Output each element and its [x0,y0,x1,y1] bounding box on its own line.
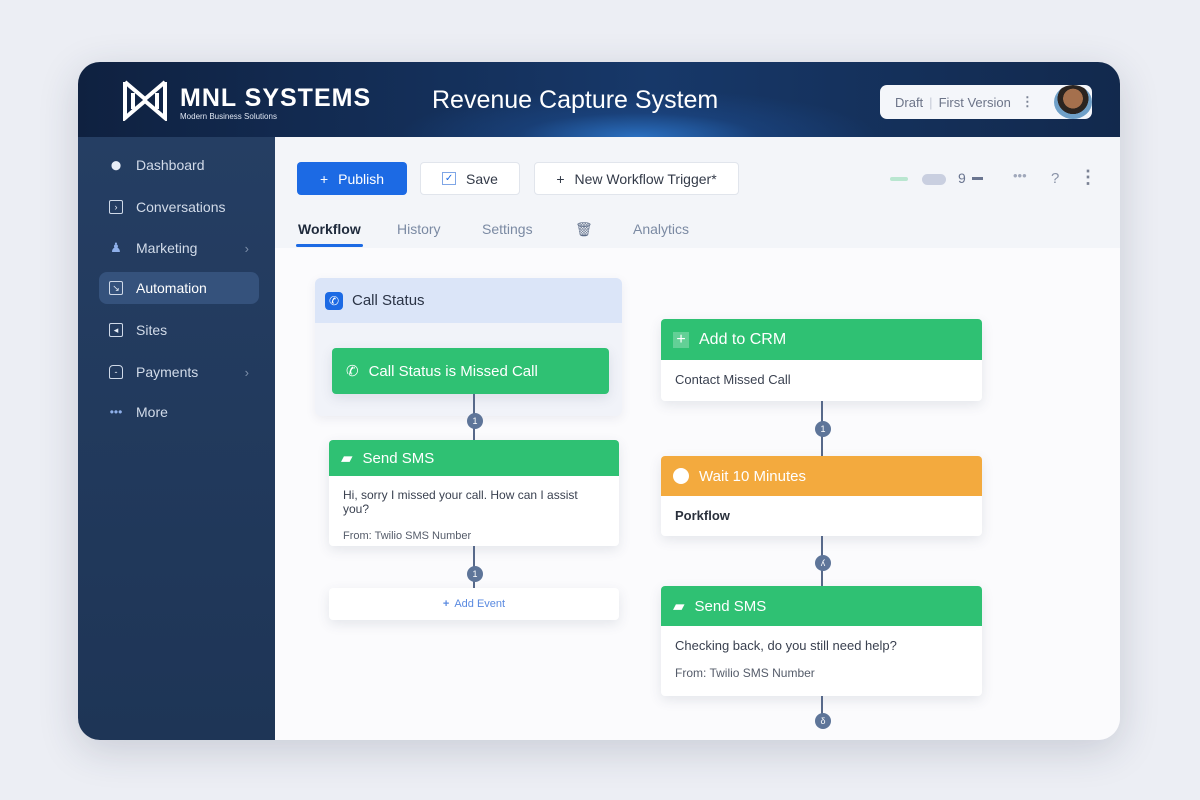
add-to-crm-card[interactable]: + Add to CRM Contact Missed Call [661,319,982,401]
sidebar-item-more[interactable]: ••• More [99,396,259,428]
conversation-icon: › [109,200,123,214]
connector-badge[interactable]: 1 [815,421,831,437]
wait-card[interactable]: Wait 10 Minutes Porkflow [661,456,982,536]
user-icon: ♟ [110,240,122,255]
sidebar-item-payments[interactable]: - Payments › [99,356,259,388]
plus-icon: + [556,170,565,187]
new-workflow-trigger-button[interactable]: + New Workflow Trigger* [534,162,739,195]
page-title: Revenue Capture System [432,86,719,114]
tab-settings[interactable]: Settings [482,221,533,237]
tab-analytics[interactable]: Analytics [633,221,689,237]
new-trigger-label: New Workflow Trigger* [574,170,717,187]
brand-tagline: Modern Business Solutions [180,112,277,121]
chevron-right-icon: › [244,240,249,256]
more-horizontal-icon: ••• [109,405,123,419]
phone-icon: ✆ [325,291,343,310]
trigger-card[interactable]: ✆ Call Status is Missed Call [332,348,609,394]
tab-history[interactable]: History [397,221,441,237]
plus-icon: + [319,170,329,187]
sidebar-item-label: Automation [136,280,207,296]
status-badge: Draft [895,94,924,110]
tab-workflow[interactable]: Workflow [296,221,363,247]
divider: | [929,94,933,110]
avatar[interactable] [1054,85,1092,119]
connector-badge[interactable]: δ [815,713,831,729]
toolbar: + Publish ✓ Save + New Workflow Trigger* 9 … [275,137,1120,248]
automation-icon: ↘ [109,281,123,295]
workflow-canvas: ✆ Call Status ✆ Call Status is Missed Cal… [275,248,1120,740]
send-sms-card[interactable]: ▰ Send SMS Hi, sorry I missed your call. … [329,440,619,546]
lock-icon: - [109,365,123,379]
connector-badge[interactable]: 1 [467,413,483,429]
card-title: Add to CRM [699,330,787,348]
sms-from: From: Twilio SMS Number [675,666,815,680]
publish-button[interactable]: + Publish [297,162,407,195]
more-horizontal-icon[interactable]: ••• [1013,168,1027,183]
sidebar-item-label: More [136,404,168,420]
brand-name: MNL SYSTEMS [180,84,372,112]
clock-icon [673,468,689,484]
version-selector[interactable]: Draft | First Version ⋮ [880,85,1092,119]
card-title: Send SMS [362,449,435,467]
sidebar-item-marketing[interactable]: ♟ Marketing › [99,232,259,264]
save-label: Save [466,170,498,187]
sms-message: Checking back, do you still need help? [675,638,897,653]
chevron-right-icon: › [244,364,249,380]
message-icon: ▰ [673,598,685,615]
header: MNL SYSTEMS Modern Business Solutions Re… [78,62,1120,137]
add-event-label: Add Event [454,598,506,610]
connector-badge[interactable]: 1 [467,566,483,582]
plus-icon: + [442,598,450,610]
wait-body: Porkflow [675,508,730,523]
sidebar-item-automation[interactable]: ↘ Automation [99,272,259,304]
toggle[interactable] [922,174,946,185]
sidebar-item-label: Sites [136,322,168,338]
main-area: + Publish ✓ Save + New Workflow Trigger* 9 … [275,137,1120,740]
publish-label: Publish [338,170,385,187]
trigger-group: ✆ Call Status [315,278,622,416]
trigger-title: Call Status is Missed Call [368,362,538,380]
trigger-group-header[interactable]: ✆ Call Status [315,278,622,323]
sidebar-item-sites[interactable]: ◂ Sites [99,314,259,346]
sidebar-item-conversations[interactable]: › Conversations [99,191,259,223]
add-event-button[interactable]: + Add Event [329,588,619,620]
checkbox-icon: ✓ [442,172,457,185]
sidebar-item-label: Conversations [136,199,226,215]
zoom-out-icon[interactable] [972,177,983,180]
trash-icon[interactable]: 🗑 [575,221,593,238]
mnl-logo-icon [123,80,167,121]
plus-square-icon: + [673,331,689,348]
save-button[interactable]: ✓ Save [420,162,520,195]
card-title: Send SMS [694,597,767,615]
help-icon[interactable]: ? [1051,170,1059,187]
card-title: Wait 10 Minutes [699,467,806,485]
app-window: MNL SYSTEMS Modern Business Solutions Re… [78,62,1120,740]
status-pill [890,177,908,181]
sidebar-item-dashboard[interactable]: ⬤ Dashboard [99,149,259,181]
sidebar: ⬤ Dashboard › Conversations ♟ Marketing › ↘ A… [78,137,275,740]
home-icon: ⬤ [110,159,122,170]
version-label: First Version [938,94,1011,110]
more-vertical-icon[interactable]: ⋮ [1079,167,1097,188]
sidebar-item-label: Dashboard [136,157,205,173]
trigger-group-title: Call Status [352,292,425,309]
sms-from: From: Twilio SMS Number [343,530,472,542]
message-icon: ▰ [341,450,353,467]
phone-icon: ✆ [346,363,359,380]
zoom-level: 9 [958,170,966,186]
crm-body: Contact Missed Call [675,372,791,387]
sidebar-item-label: Marketing [136,240,198,256]
send-sms-card[interactable]: ▰ Send SMS Checking back, do you still ne… [661,586,982,696]
more-vertical-icon[interactable]: ⋮ [1021,94,1034,110]
sms-message: Hi, sorry I missed your call. How can I … [343,488,578,516]
sites-icon: ◂ [109,323,123,337]
sidebar-item-label: Payments [136,364,199,380]
connector-badge[interactable]: ʎ [815,555,831,571]
